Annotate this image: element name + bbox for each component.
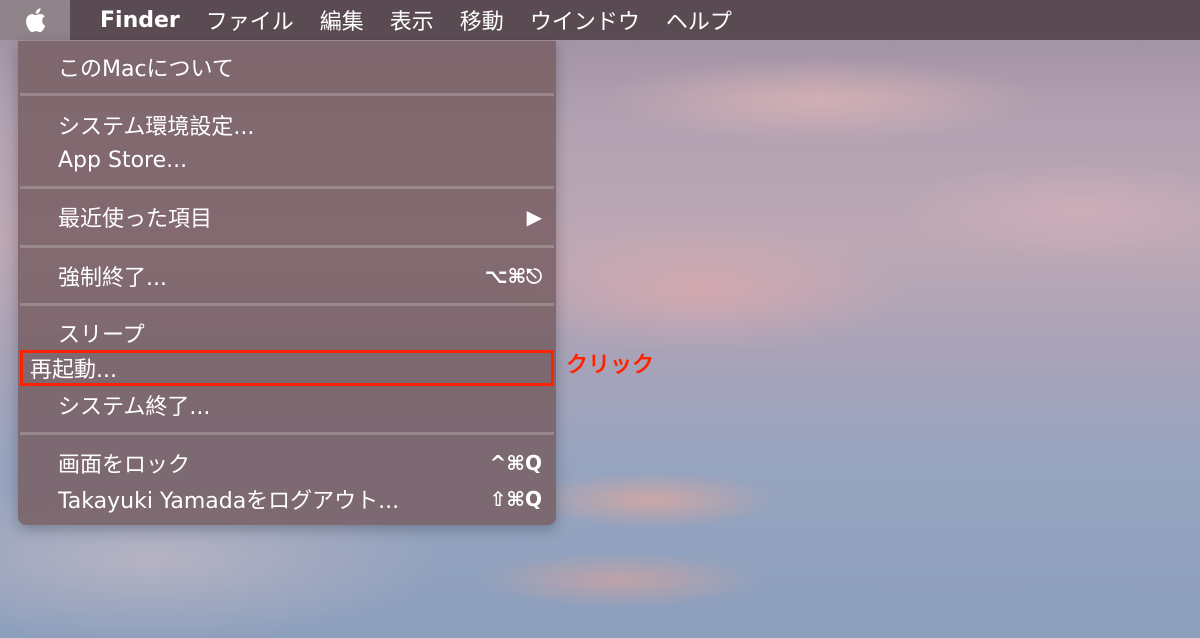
menu-item-system-preferences[interactable]: システム環境設定... <box>18 107 556 143</box>
menu-separator <box>20 245 554 248</box>
menu-finder[interactable]: Finder <box>100 8 180 33</box>
menu-item-sleep[interactable]: スリープ <box>18 315 556 351</box>
submenu-arrow-icon: ▶ <box>526 205 542 229</box>
restart-highlight-box <box>20 350 554 386</box>
menu-item-label: システム終了... <box>58 395 211 420</box>
menu-item-recent-items[interactable]: 最近使った項目 ▶ <box>18 199 556 235</box>
menu-item-label: 画面をロック <box>58 453 191 478</box>
menu-item-shutdown[interactable]: システム終了... <box>18 387 556 423</box>
click-callout: クリック <box>566 353 655 378</box>
menu-separator <box>20 303 554 306</box>
menu-edit[interactable]: 編集 <box>320 4 364 36</box>
shortcut-force-quit: ⌥⌘⎋ <box>484 264 542 288</box>
apple-dropdown-menu: このMacについて システム環境設定... App Store... 最近使った… <box>18 41 556 525</box>
menu-go[interactable]: 移動 <box>460 4 504 36</box>
menu-bar: Finder ファイル 編集 表示 移動 ウインドウ ヘルプ <box>0 0 1200 40</box>
menu-window[interactable]: ウインドウ <box>530 4 640 36</box>
menu-item-app-store[interactable]: App Store... <box>18 142 556 178</box>
menu-separator <box>20 432 554 435</box>
menu-item-label: システム環境設定... <box>58 115 255 140</box>
shortcut-lock-screen: ^⌘Q <box>489 451 542 475</box>
menu-item-label: App Store... <box>58 147 188 173</box>
apple-menu-button[interactable] <box>0 0 70 40</box>
apple-logo-icon <box>26 8 46 33</box>
menu-item-label: このMacについて <box>58 57 234 82</box>
menu-file[interactable]: ファイル <box>206 4 294 36</box>
menu-item-lock-screen[interactable]: 画面をロック ^⌘Q <box>18 445 556 481</box>
menu-item-label: 強制終了... <box>58 266 167 291</box>
menu-item-label: 最近使った項目 <box>58 207 213 232</box>
menu-item-about[interactable]: このMacについて <box>18 49 556 85</box>
menu-item-label: Takayuki Yamadaをログアウト... <box>58 489 400 514</box>
menu-item-label: スリープ <box>58 323 145 348</box>
menu-item-logout[interactable]: Takayuki Yamadaをログアウト... ⇧⌘Q <box>18 481 556 517</box>
shortcut-logout: ⇧⌘Q <box>489 487 542 511</box>
menu-item-force-quit[interactable]: 強制終了... ⌥⌘⎋ <box>18 258 556 294</box>
menu-separator <box>20 93 554 96</box>
menu-view[interactable]: 表示 <box>390 4 434 36</box>
menu-help[interactable]: ヘルプ <box>666 4 732 36</box>
menu-separator <box>20 186 554 189</box>
